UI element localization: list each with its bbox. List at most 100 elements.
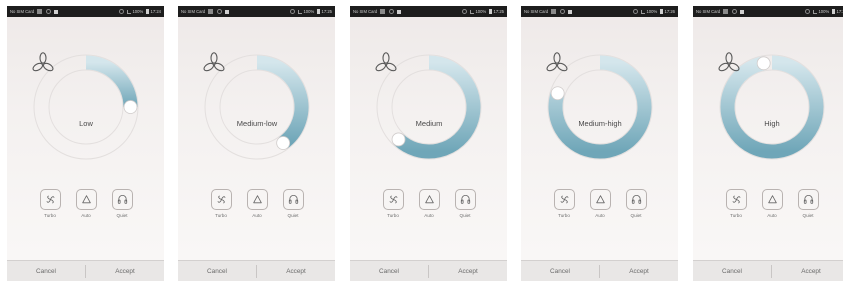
accept-button[interactable]: Accept [429,261,507,281]
auto-button[interactable] [761,189,783,210]
turbo-button[interactable] [382,189,404,210]
quiet-label: Quiet [630,213,642,218]
auto-button[interactable] [75,189,97,210]
speed-label: Low [79,119,93,128]
turbo-label: Turbo [44,213,56,218]
status-bar: No SIM Card 100% 17:25 [178,6,335,17]
carrier-text: No SIM Card [696,9,721,14]
accept-button[interactable]: Accept [257,261,335,281]
auto-button[interactable] [589,189,611,210]
speed-dial[interactable]: Low [31,52,141,162]
cancel-button[interactable]: Cancel [350,261,428,281]
speed-slider-knob[interactable] [756,56,771,71]
mode-turbo[interactable]: Turbo [550,189,578,218]
app-icon [396,9,401,14]
battery-icon [832,9,836,15]
notification-icon [723,9,729,15]
mode-turbo[interactable]: Turbo [722,189,750,218]
quiet-button[interactable] [111,189,133,210]
mode-quiet[interactable]: Quiet [279,189,307,218]
quiet-label: Quiet [459,213,471,218]
alarm-icon [119,9,125,15]
turbo-button[interactable] [553,189,575,210]
quiet-button[interactable] [797,189,819,210]
mode-turbo[interactable]: Turbo [36,189,64,218]
auto-label: Auto [595,213,605,218]
mode-auto[interactable]: Auto [758,189,786,218]
speed-label: Medium [415,119,443,128]
mode-quiet[interactable]: Quiet [108,189,136,218]
mode-quiet[interactable]: Quiet [622,189,650,218]
quiet-button[interactable] [625,189,647,210]
auto-button[interactable] [418,189,440,210]
phone-screen-5: No SIM Card 100% 17:26 [693,6,843,281]
speed-dial[interactable]: Medium-low [202,52,312,162]
fan-icon [375,52,397,72]
cancel-button[interactable]: Cancel [693,261,771,281]
alarm-icon [633,9,639,15]
cancel-button[interactable]: Cancel [178,261,256,281]
alarm-icon [290,9,296,15]
speed-slider-knob[interactable] [550,86,565,101]
speed-dial[interactable]: Medium [374,52,484,162]
alarm-icon [462,9,468,15]
ring-track-inner [562,69,638,145]
mode-quiet[interactable]: Quiet [794,189,822,218]
cancel-button[interactable]: Cancel [7,261,85,281]
quiet-label: Quiet [287,213,299,218]
quiet-label: Quiet [802,213,814,218]
phone-screen-3: No SIM Card 100% 17:25 Medium Turbo Auto… [350,6,507,281]
quiet-label: Quiet [116,213,128,218]
quiet-button[interactable] [282,189,304,210]
battery-text: 100% [475,9,487,14]
mode-auto[interactable]: Auto [415,189,443,218]
mode-quiet[interactable]: Quiet [451,189,479,218]
status-bar: No SIM Card 100% 17:26 [521,6,678,17]
turbo-button[interactable] [210,189,232,210]
turbo-button[interactable] [725,189,747,210]
mode-auto[interactable]: Auto [72,189,100,218]
wifi-icon [127,9,132,14]
mode-turbo[interactable]: Turbo [207,189,235,218]
app-icon [567,9,572,14]
clock-text: 17:26 [836,9,843,14]
cancel-button[interactable]: Cancel [521,261,599,281]
action-bar: Cancel Accept [178,260,335,281]
wifi-icon [298,9,303,14]
notification-icon [208,9,214,15]
auto-triangle-icon [424,195,434,204]
carrier-text: No SIM Card [181,9,206,14]
notification-icon [380,9,386,15]
alarm-icon [805,9,811,15]
action-bar: Cancel Accept [521,260,678,281]
auto-label: Auto [767,213,777,218]
quiet-button[interactable] [454,189,476,210]
auto-label: Auto [81,213,91,218]
speed-slider-knob[interactable] [123,100,138,114]
speed-slider-knob[interactable] [391,132,406,147]
accept-button[interactable]: Accept [772,261,843,281]
accept-button[interactable]: Accept [600,261,678,281]
accept-button[interactable]: Accept [86,261,164,281]
carrier-text: No SIM Card [353,9,378,14]
status-bar: No SIM Card 100% 17:25 [350,6,507,17]
auto-button[interactable] [246,189,268,210]
mode-auto[interactable]: Auto [243,189,271,218]
speed-arc [256,55,309,149]
turbo-label: Turbo [387,213,399,218]
turbo-button[interactable] [39,189,61,210]
sync-icon [559,9,565,15]
battery-text: 100% [303,9,315,14]
speed-dial[interactable]: Medium-high [545,52,655,162]
headphones-icon [460,194,470,204]
clock-text: 17:26 [664,9,675,14]
battery-icon [489,9,493,15]
mode-turbo[interactable]: Turbo [379,189,407,218]
auto-triangle-icon [81,195,91,204]
mode-auto[interactable]: Auto [586,189,614,218]
speed-dial[interactable]: High [717,52,827,162]
phone-screen-2: No SIM Card 100% 17:25 Medium-low Turbo … [178,6,335,281]
phone-screen-4: No SIM Card 100% 17:26 Medium-high Turbo… [521,6,678,281]
headphones-icon [631,194,641,204]
speed-slider-knob[interactable] [276,136,291,150]
